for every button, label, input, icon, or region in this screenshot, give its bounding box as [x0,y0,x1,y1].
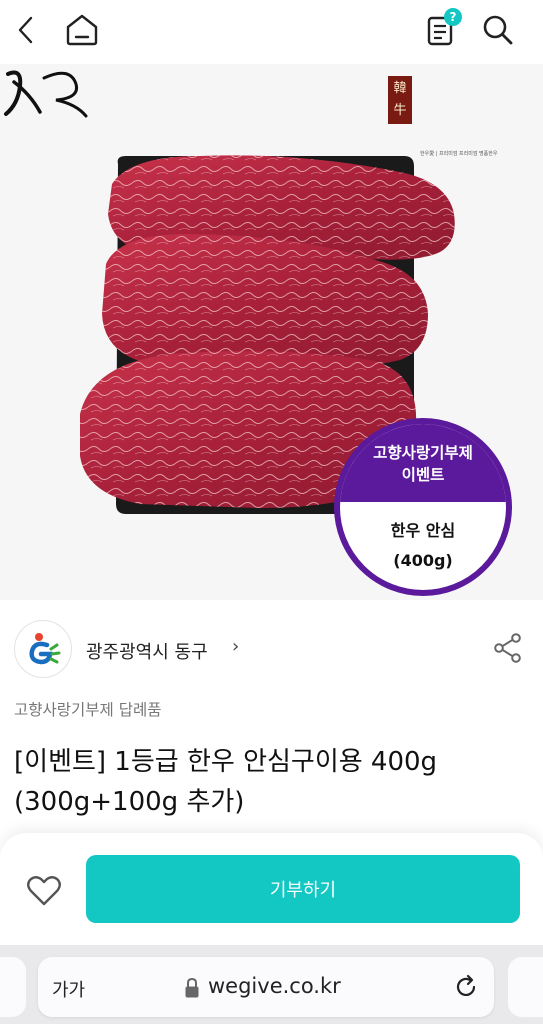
browser-toolbar: 가가 wegive.co.kr [0,945,543,1024]
seller-name-link[interactable]: 광주광역시 동구 [86,638,208,664]
reload-icon [456,974,476,996]
event-badge: 고향사랑기부제 이벤트 한우 안심 (400g) [334,418,512,596]
back-button[interactable] [6,10,46,50]
event-weight: (400g) [393,551,453,570]
search-button[interactable] [478,10,518,50]
product-category: 고향사랑기부제 답례품 [14,701,162,719]
city-logo-icon [29,633,61,665]
seller-logo[interactable] [14,620,72,678]
lock-icon [185,977,199,998]
share-button[interactable] [490,630,526,666]
bottom-action-bar: 기부하기 [0,833,543,949]
chevron-right-icon: › [232,636,240,657]
brand-caption: 한우愛 | 프리미엄 프리미엄 명품한우 [420,151,498,157]
event-product: 한우 안심 [390,521,456,540]
next-tab-peek[interactable] [508,957,543,1017]
brand-seal: 韓牛 [388,76,412,124]
share-icon [494,633,521,663]
search-icon [483,15,513,45]
heart-icon [27,876,61,906]
seller-row: 광주광역시 동구 › [0,600,543,700]
question-badge-icon: ? [444,8,462,26]
product-title: [이벤트] 1등급 한우 안심구이용 400g (300g+100g 추가) [14,747,438,817]
event-line1: 고향사랑기부제 [373,444,473,462]
home-icon [66,14,98,46]
event-badge-header: 고향사랑기부제 이벤트 [340,424,506,502]
reload-button[interactable] [450,971,482,1003]
url-text[interactable]: wegive.co.kr [208,974,341,998]
donate-button[interactable]: 기부하기 [86,855,520,923]
previous-tab-peek[interactable] [0,957,26,1017]
product-image-carousel[interactable]: 韓牛 한우愛 | 프리미엄 프리미엄 명품한우 고향사랑기부제 이벤트 한우 안… [0,64,543,600]
chevron-left-icon [18,16,33,44]
top-nav-bar: ? [0,0,543,64]
home-button[interactable] [62,10,102,50]
event-line2: 이벤트 [401,466,445,484]
text-size-button[interactable]: 가가 [52,976,85,1002]
wishlist-button[interactable] [22,869,66,913]
brand-logo [4,70,88,118]
event-badge-body: 한우 안심 (400g) [340,502,506,576]
address-bar[interactable]: 가가 wegive.co.kr [38,957,494,1017]
